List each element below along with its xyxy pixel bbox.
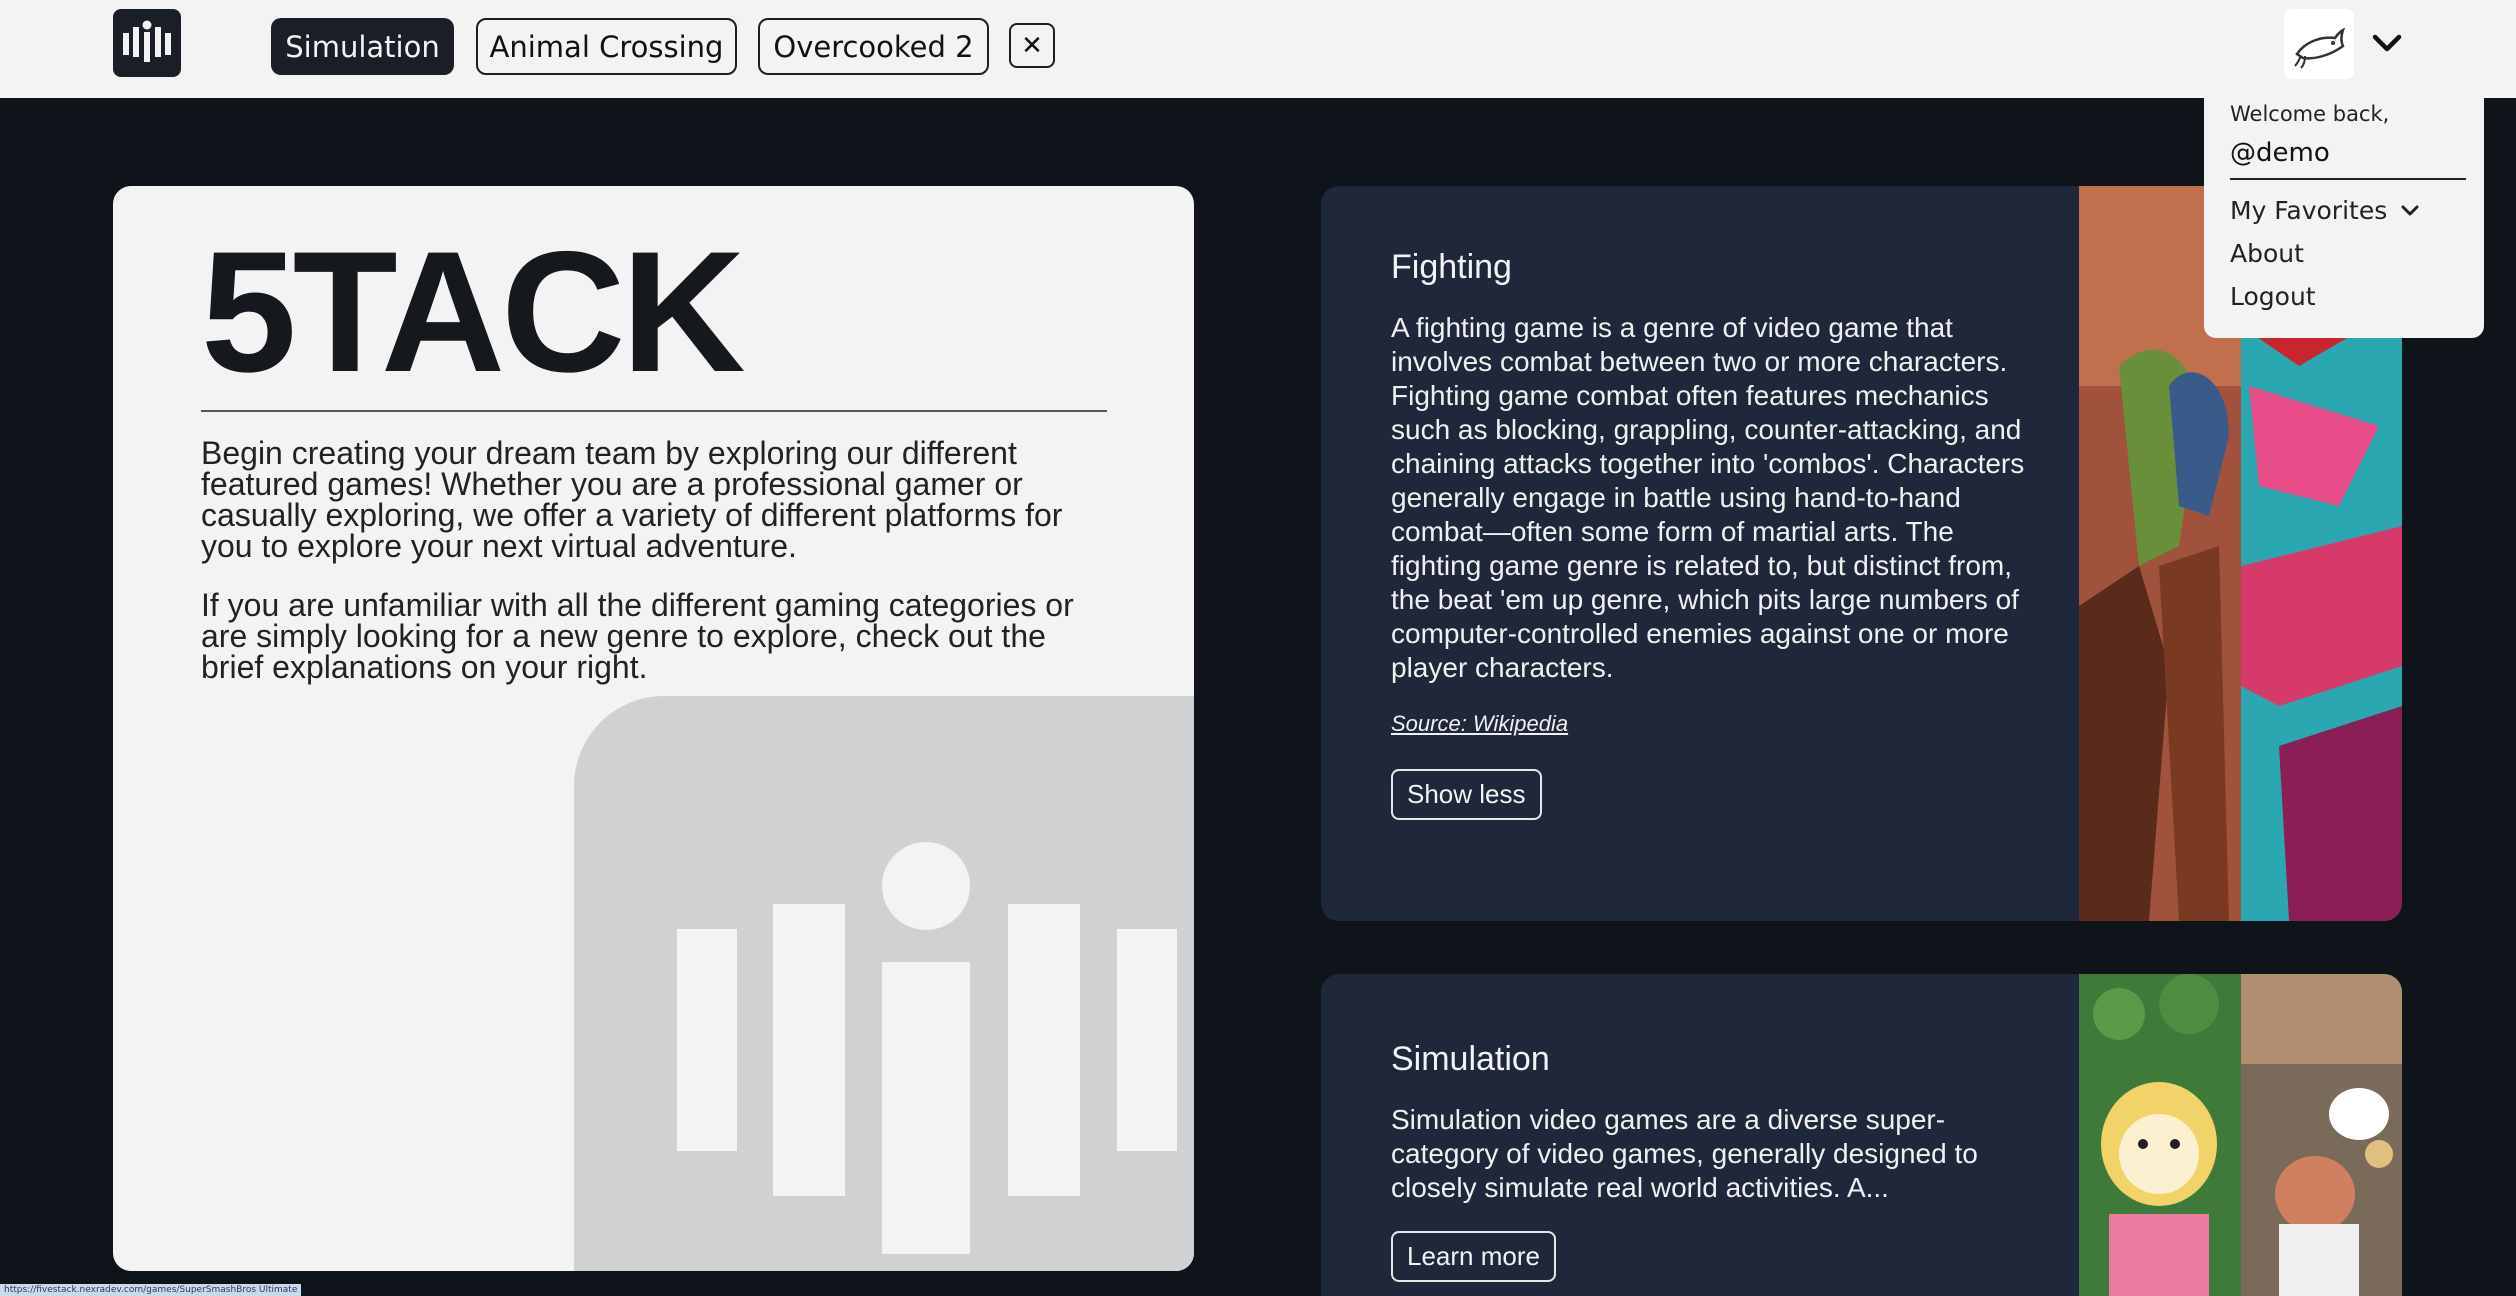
fish-avatar-icon[interactable] [2284, 9, 2354, 79]
category-description: Simulation video games are a diverse sup… [1391, 1104, 1978, 1203]
intro-paragraph: If you are unfamiliar with all the diffe… [201, 587, 1074, 685]
category-description: A fighting game is a genre of video game… [1391, 312, 2025, 683]
category-title: Fighting [1391, 248, 1512, 286]
title-divider [201, 410, 1107, 412]
menu-item-label: My Favorites [2230, 196, 2388, 225]
username-label: @demo [2230, 138, 2466, 180]
welcome-text: Welcome back, [2230, 102, 2390, 126]
learn-more-button[interactable]: Learn more [1391, 1231, 1556, 1282]
category-title: Simulation [1391, 1040, 1550, 1078]
simulation-game-artwork [2079, 974, 2402, 1296]
close-tab-button[interactable]: ✕ [1009, 23, 1055, 68]
about-menu-item[interactable]: About [2230, 239, 2458, 268]
source-link[interactable]: Source: Wikipedia [1391, 711, 2041, 737]
page-title: 5TACK [201, 216, 746, 408]
category-card-simulation: Simulation Simulation video games are a … [1321, 974, 2402, 1296]
intro-paragraph: Begin creating your dream team by explor… [201, 435, 1063, 564]
tab-animal-crossing[interactable]: Animal Crossing [476, 18, 737, 75]
logout-menu-item[interactable]: Logout [2230, 282, 2458, 311]
category-text: Simulation Simulation video games are a … [1391, 1040, 2041, 1282]
user-menu-dropdown: Welcome back, @demo My Favorites About L… [2204, 80, 2484, 338]
category-text: Fighting A fighting game is a genre of v… [1391, 248, 2041, 820]
status-bar-url: https://fivestack.nexradev.com/games/Sup… [0, 1284, 302, 1296]
top-nav-bar: Simulation Animal Crossing Overcooked 2 … [0, 0, 2516, 98]
chevron-down-icon[interactable] [2370, 26, 2404, 60]
tab-simulation[interactable]: Simulation [271, 18, 454, 75]
show-less-button[interactable]: Show less [1391, 769, 1542, 820]
tab-overcooked-2[interactable]: Overcooked 2 [758, 18, 989, 75]
intro-card: 5TACK Begin creating your dream team by … [113, 186, 1194, 1271]
my-favorites-menu-item[interactable]: My Favorites [2230, 196, 2458, 225]
logo-watermark [574, 696, 1194, 1271]
chevron-down-icon [2401, 205, 2419, 215]
fivestack-logo-icon[interactable] [113, 9, 181, 77]
